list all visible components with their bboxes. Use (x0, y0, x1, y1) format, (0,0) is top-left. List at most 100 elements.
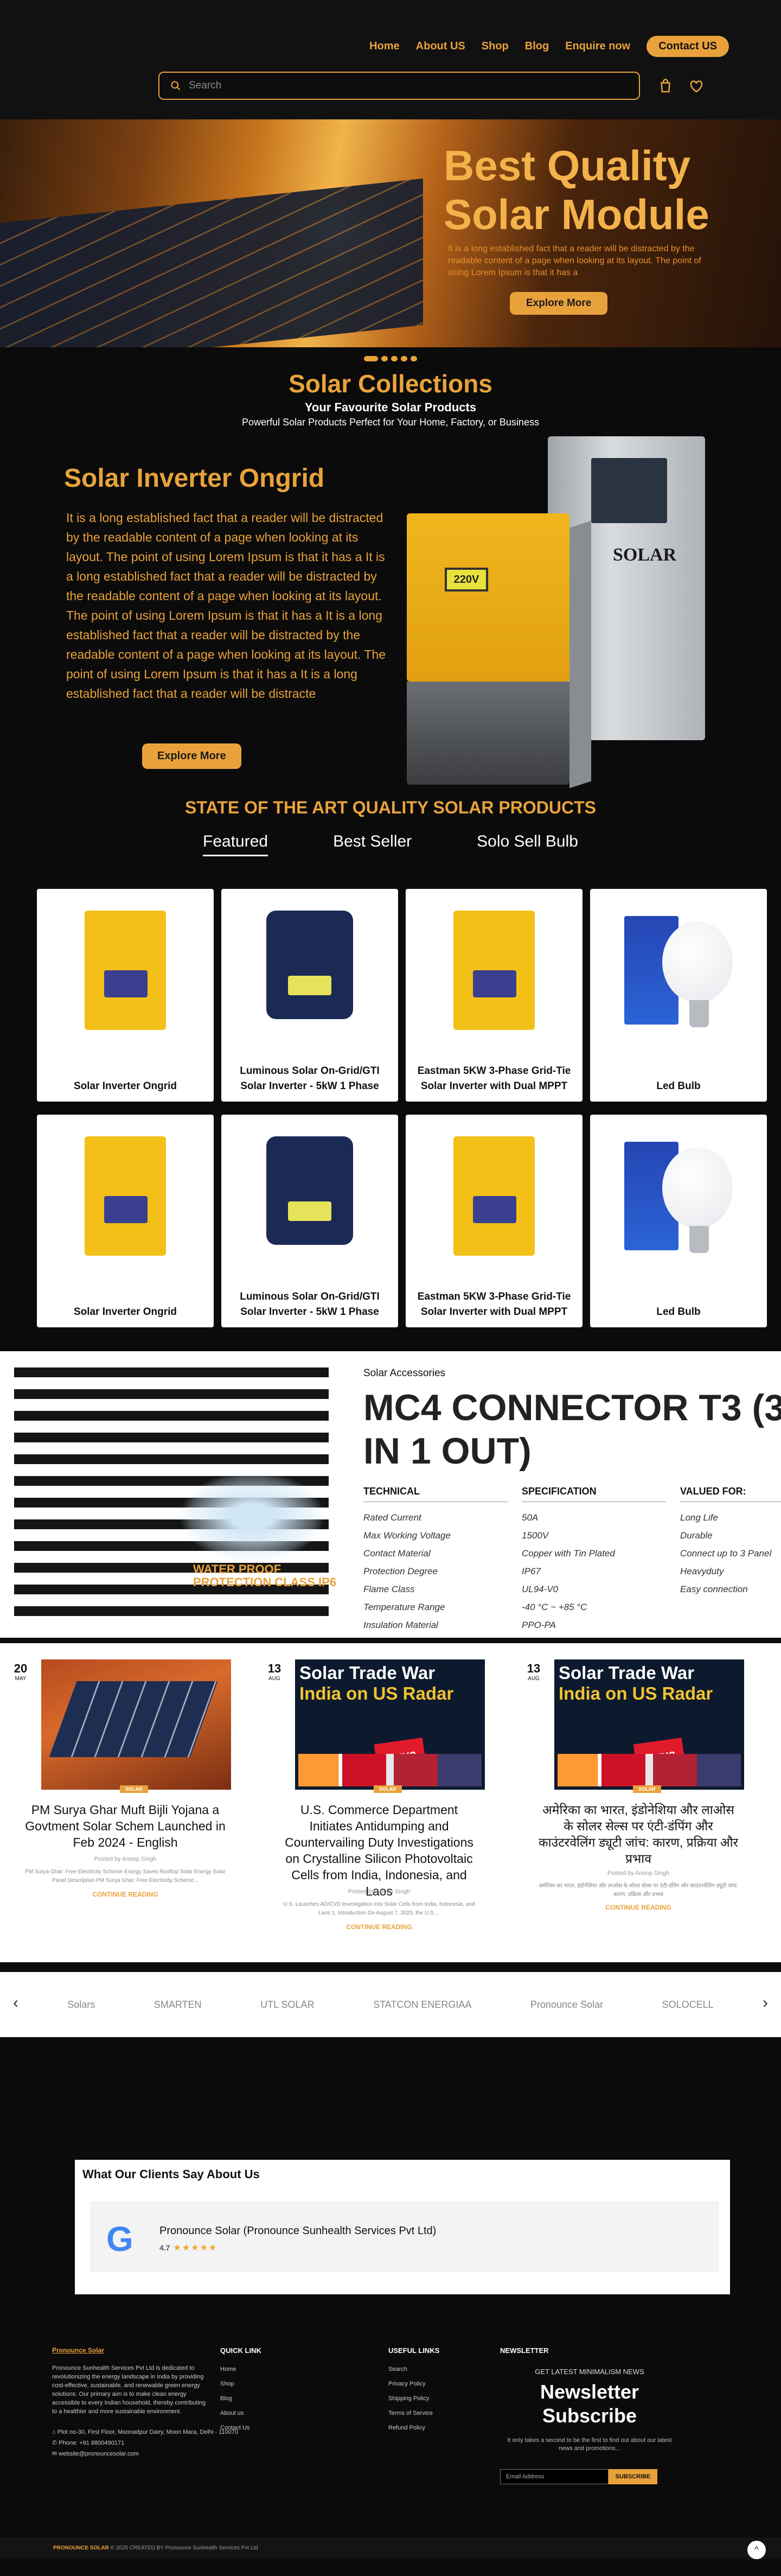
product-card[interactable]: Led Bulb (590, 1115, 767, 1327)
tab-solo-sell-bulb[interactable]: Solo Sell Bulb (477, 832, 578, 856)
spec-value: IP67 (522, 1566, 541, 1576)
header-icons (657, 78, 705, 94)
footer-about: Pronounce Solar Pronounce Sunhealth Serv… (52, 2346, 238, 2459)
nav-enquire[interactable]: Enquire now (565, 40, 630, 53)
product-title[interactable]: Solar Inverter Ongrid (42, 1305, 208, 1320)
product-title[interactable]: Luminous Solar On-Grid/GTI Solar Inverte… (227, 1064, 393, 1094)
news-title[interactable]: U.S. Commerce Department Initiates Antid… (279, 1802, 479, 1899)
slider-dot[interactable] (411, 356, 417, 361)
news-date: 20 MAY (9, 1659, 33, 1690)
news-card: 20 MAY SOLAR PM Surya Ghar Muft Bijli Yoj… (9, 1659, 231, 1947)
site-header: Home About US Shop Blog Enquire now Cont… (0, 0, 781, 119)
product-title[interactable]: Luminous Solar On-Grid/GTI Solar Inverte… (227, 1289, 393, 1320)
product-title[interactable]: Led Bulb (596, 1079, 761, 1094)
spec-label: Contact Material (363, 1548, 431, 1559)
email-field[interactable] (500, 2469, 609, 2484)
slider-dot[interactable] (391, 356, 398, 361)
product-title[interactable]: Led Bulb (596, 1305, 761, 1320)
spec-label: Max Working Voltage (363, 1530, 451, 1541)
contact-us-button[interactable]: Contact US (646, 36, 729, 57)
footer-link-privacy[interactable]: Privacy Policy (388, 2377, 439, 2391)
brand-logo: SOLOCELL (662, 1999, 714, 2010)
tab-featured[interactable]: Featured (203, 832, 268, 856)
product-card[interactable]: Luminous Solar On-Grid/GTI Solar Inverte… (221, 889, 398, 1102)
hero-explore-button[interactable]: Explore More (510, 292, 608, 315)
news-tag[interactable]: SOLAR (120, 1785, 148, 1793)
nav-shop[interactable]: Shop (482, 40, 509, 53)
quick-links-title: QUICK LINK (220, 2346, 261, 2355)
news-author: Posted by Anoop Singh (348, 1888, 411, 1895)
product-title[interactable]: Solar Inverter Ongrid (42, 1079, 208, 1094)
valued-item: Easy connection (680, 1584, 748, 1594)
review-summary-card[interactable]: G Pronounce Solar (Pronounce Sunhealth S… (90, 2201, 719, 2272)
news-image[interactable] (41, 1659, 231, 1790)
specification-header: SPECIFICATION (522, 1486, 666, 1502)
search-box[interactable] (158, 72, 640, 100)
cart-icon[interactable] (657, 78, 674, 94)
news-title[interactable]: अमेरिका का भारत, इंडोनेशिया और लाओस के स… (538, 1802, 739, 1867)
phone-text[interactable]: ✆ Phone: +91 8800490171 (52, 2438, 238, 2448)
slider-dot-active[interactable] (364, 356, 378, 361)
spec-value: 1500V (522, 1530, 549, 1541)
product-card[interactable]: Eastman 5KW 3-Phase Grid-Tie Solar Inver… (406, 889, 582, 1102)
collections-intro: Solar Collections Your Favourite Solar P… (0, 367, 781, 432)
news-image[interactable]: Solar Trade WarIndia on US Radar WHY? (554, 1659, 744, 1790)
continue-reading-link[interactable]: CONTINUE READING (538, 1904, 739, 1911)
brand-logo: UTL SOLAR (260, 1999, 315, 2010)
carousel-prev-icon[interactable]: ‹ (13, 1994, 18, 2012)
mc4-category: Solar Accessories (363, 1367, 446, 1379)
footer-about-text: Pronounce Sunhealth Services Pvt Ltd is … (52, 2365, 206, 2415)
product-image (85, 911, 166, 1030)
email-text[interactable]: ✉ website@pronouncesolar.com (52, 2448, 238, 2459)
news-tag[interactable]: SOLAR (374, 1785, 402, 1793)
footer-link-contact[interactable]: Contact Us (220, 2421, 261, 2435)
nav-about[interactable]: About US (416, 40, 465, 53)
product-card[interactable]: Luminous Solar On-Grid/GTI Solar Inverte… (221, 1115, 398, 1327)
copyright-brand[interactable]: PRONOUNCE SOLAR (53, 2545, 109, 2551)
footer-quick-links: QUICK LINK Home Shop Blog About us Conta… (220, 2346, 261, 2435)
product-card[interactable]: Solar Inverter Ongrid (37, 889, 214, 1102)
footer-link-blog[interactable]: Blog (220, 2391, 261, 2406)
brand-logo: SMARTEN (153, 1999, 202, 2010)
footer-link-about[interactable]: About us (220, 2406, 261, 2421)
product-card[interactable]: Led Bulb (590, 889, 767, 1102)
footer-link-search[interactable]: Search (388, 2362, 439, 2377)
footer-brand[interactable]: Pronounce Solar (52, 2346, 238, 2354)
wishlist-heart-icon[interactable] (688, 78, 705, 94)
footer-link-shipping[interactable]: Shipping Policy (388, 2391, 439, 2406)
business-name: Pronounce Solar (Pronounce Sunhealth Ser… (159, 2225, 437, 2237)
news-excerpt: U.S. Launches AD/CVD Investigation into … (283, 1901, 475, 1916)
star-rating-icon: ★★★★★ (173, 2243, 218, 2253)
product-card[interactable]: Eastman 5KW 3-Phase Grid-Tie Solar Inver… (406, 1115, 582, 1327)
slider-dot[interactable] (381, 356, 388, 361)
nav-blog[interactable]: Blog (525, 40, 549, 53)
carousel-next-icon[interactable]: › (763, 1994, 768, 2012)
tab-best-seller[interactable]: Best Seller (333, 832, 412, 856)
search-input[interactable] (189, 80, 612, 92)
collections-tagline: Powerful Solar Products Perfect for Your… (242, 417, 539, 428)
news-image[interactable]: Solar Trade WarIndia on US Radar WHY? (295, 1659, 485, 1790)
subscribe-button[interactable]: SUBSCRIBE (609, 2469, 657, 2484)
product-card[interactable]: Solar Inverter Ongrid (37, 1115, 214, 1327)
nav-home[interactable]: Home (369, 40, 400, 53)
hero-banner: Best Quality Solar Module It is a long es… (0, 119, 781, 347)
feature-explore-button[interactable]: Explore More (142, 743, 241, 769)
continue-reading-link[interactable]: CONTINUE READING (279, 1923, 479, 1931)
footer-link-shop[interactable]: Shop (220, 2377, 261, 2391)
search-bar-row (0, 61, 781, 119)
footer-link-terms[interactable]: Terms of Service (388, 2406, 439, 2421)
footer-link-refund[interactable]: Refund Policy (388, 2421, 439, 2435)
news-title[interactable]: PM Surya Ghar Muft Bijli Yojana a Govtme… (25, 1802, 226, 1850)
collections-title: Solar Collections (289, 370, 492, 398)
valued-item: Durable (680, 1530, 713, 1541)
scroll-to-top-icon[interactable]: ^ (747, 2541, 766, 2559)
slider-dot[interactable] (401, 356, 407, 361)
inverter-front-image: 220V (407, 513, 569, 785)
news-author: Posted by Anoop Singh (607, 1870, 670, 1877)
product-image (85, 1136, 166, 1256)
product-title[interactable]: Eastman 5KW 3-Phase Grid-Tie Solar Inver… (411, 1289, 577, 1320)
product-title[interactable]: Eastman 5KW 3-Phase Grid-Tie Solar Inver… (411, 1064, 577, 1094)
footer-link-home[interactable]: Home (220, 2362, 261, 2377)
continue-reading-link[interactable]: CONTINUE READING (25, 1891, 226, 1898)
news-tag[interactable]: SOLAR (633, 1785, 661, 1793)
